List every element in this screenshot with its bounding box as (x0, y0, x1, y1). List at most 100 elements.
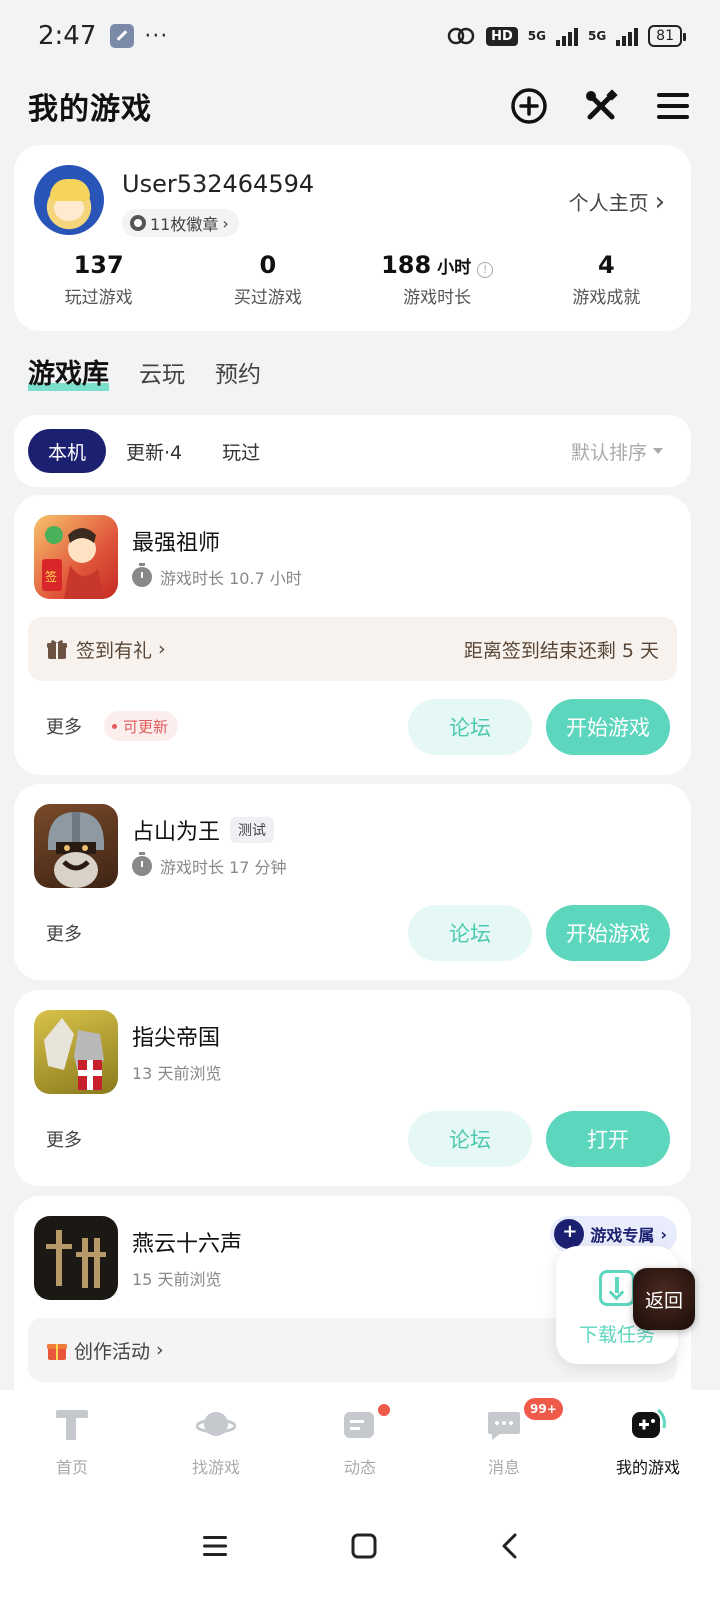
stat-value: 188 (381, 251, 432, 279)
more-button[interactable]: 更多 (46, 1126, 82, 1152)
badge-count-label: 11枚徽章 (150, 215, 219, 234)
stat-label: 游戏成就 (572, 288, 641, 308)
home-button-icon[interactable] (350, 1532, 378, 1560)
open-game-button[interactable]: 打开 (546, 1111, 670, 1167)
chevron-right-icon: › (654, 186, 665, 217)
game-last-viewed: 15 天前浏览 (132, 1270, 222, 1289)
planet-icon (196, 1412, 236, 1436)
sort-dropdown[interactable]: 默认排序 (571, 438, 677, 465)
feed-icon (344, 1412, 374, 1438)
avatar[interactable] (34, 165, 104, 235)
game-meta: 13 天前浏览 (132, 1060, 221, 1084)
start-game-button[interactable]: 开始游戏 (546, 699, 670, 755)
game-title: 最强祖师 (132, 525, 220, 557)
game-title: 燕云十六声 (132, 1226, 242, 1258)
game-meta: 15 天前浏览 (132, 1266, 221, 1290)
more-button[interactable]: 更多 (46, 713, 82, 739)
game-card: 签 最强祖师 游戏时长 10.7 小时 签到有礼 › 距离签到结束还剩 5 天 更… (14, 495, 691, 775)
download-icon (599, 1270, 635, 1306)
homepage-link[interactable]: 个人主页 › (569, 187, 665, 216)
filter-played[interactable]: 玩过 (202, 429, 280, 473)
nav-label: 首页 (55, 1458, 88, 1477)
stat-playtime[interactable]: 188 小时 ! 游戏时长 (353, 251, 522, 308)
tools-icon[interactable] (582, 87, 620, 125)
add-circle-icon[interactable] (510, 87, 548, 125)
recents-icon[interactable] (201, 1534, 229, 1558)
back-icon[interactable] (499, 1532, 519, 1560)
gamepad-icon (554, 1219, 585, 1249)
stat-label: 游戏时长 (403, 288, 472, 308)
game-title-text: 占山为王 (132, 820, 221, 845)
username: User532464594 (122, 170, 315, 198)
timer-icon (132, 563, 152, 587)
library-tabs: 游戏库 云玩 预约 (28, 352, 261, 391)
gift-icon (47, 640, 67, 659)
status-bar: 2:47 ··· HD 5G 5G 81 (0, 0, 720, 72)
filter-updates[interactable]: 更新·4 (106, 429, 202, 473)
return-button[interactable]: 返回 (633, 1268, 695, 1330)
stat-played[interactable]: 137 玩过游戏 (14, 251, 183, 308)
game-icon[interactable]: 签 (34, 515, 118, 599)
nav-feed[interactable]: 动态 (288, 1390, 432, 1490)
homepage-link-label: 个人主页 (568, 191, 649, 215)
timer-icon (132, 852, 152, 876)
network-label-2: 5G (587, 29, 607, 43)
tab-cloud[interactable]: 云玩 (139, 355, 185, 389)
bottom-nav: 首页 找游戏 动态 99+ 消息 我的游戏 (0, 1390, 720, 1490)
game-art-icon (46, 1230, 106, 1288)
nav-messages[interactable]: 99+ 消息 (432, 1390, 576, 1490)
checkin-label: 签到有礼 › (76, 636, 166, 663)
game-card: 指尖帝国 13 天前浏览 更多 论坛 打开 (14, 990, 691, 1186)
game-icon[interactable] (34, 804, 118, 888)
game-playtime: 游戏时长 10.7 小时 (160, 569, 302, 588)
stat-value: 0 (259, 251, 277, 279)
status-more-dots: ··· (144, 23, 169, 49)
forum-button[interactable]: 论坛 (408, 905, 532, 961)
checkin-banner[interactable]: 签到有礼 › 距离签到结束还剩 5 天 (28, 617, 677, 681)
notification-dot (378, 1404, 390, 1416)
game-last-viewed: 13 天前浏览 (132, 1064, 222, 1083)
start-game-button[interactable]: 开始游戏 (546, 905, 670, 961)
tab-library[interactable]: 游戏库 (28, 352, 109, 391)
game-meta: 游戏时长 10.7 小时 (132, 563, 302, 589)
nav-label: 消息 (487, 1458, 520, 1477)
game-art-icon: 签 (42, 526, 104, 599)
more-button[interactable]: 更多 (46, 920, 82, 946)
menu-icon[interactable] (654, 87, 692, 125)
stat-value: 137 (73, 251, 124, 279)
stat-bought[interactable]: 0 买过游戏 (183, 251, 352, 308)
activity-label: 创作活动 (74, 1340, 151, 1363)
signal-icon (555, 26, 578, 46)
header-actions (510, 87, 692, 125)
chevron-right-icon: › (660, 1224, 667, 1244)
system-navigation-bar (0, 1490, 720, 1601)
nav-home[interactable]: 首页 (0, 1390, 144, 1490)
forum-button[interactable]: 论坛 (408, 699, 532, 755)
filter-bar: 本机 更新·4 玩过 默认排序 (14, 415, 691, 487)
nav-label: 找游戏 (191, 1458, 240, 1477)
stat-achievements[interactable]: 4 游戏成就 (522, 251, 691, 308)
gamepad-icon (632, 1408, 666, 1438)
nav-discover[interactable]: 找游戏 (144, 1390, 288, 1490)
filter-local[interactable]: 本机 (28, 429, 107, 473)
profile-card: User532464594 11枚徽章 › 个人主页 › 137 玩过游戏 0 … (14, 145, 691, 331)
message-icon (488, 1412, 520, 1440)
stat-label: 买过游戏 (233, 288, 302, 308)
nav-my-games[interactable]: 我的游戏 (576, 1390, 720, 1490)
page-title: 我的游戏 (28, 92, 152, 127)
forum-button[interactable]: 论坛 (408, 1111, 532, 1167)
return-label: 返回 (644, 1289, 683, 1312)
tab-reservation[interactable]: 预约 (215, 355, 261, 389)
battery-level: 81 (656, 28, 674, 44)
game-playtime: 游戏时长 17 分钟 (160, 858, 287, 877)
nav-label: 我的游戏 (615, 1458, 680, 1477)
message-count-badge: 99+ (524, 1398, 563, 1420)
game-icon[interactable] (34, 1216, 118, 1300)
gift-icon (47, 1344, 67, 1360)
game-art-icon (44, 1018, 104, 1090)
update-badge[interactable]: 可更新 (104, 711, 179, 741)
info-icon[interactable]: ! (477, 262, 494, 278)
stat-value: 4 (598, 251, 615, 279)
game-icon[interactable] (34, 1010, 118, 1094)
badge-count-pill[interactable]: 11枚徽章 › (122, 209, 239, 237)
